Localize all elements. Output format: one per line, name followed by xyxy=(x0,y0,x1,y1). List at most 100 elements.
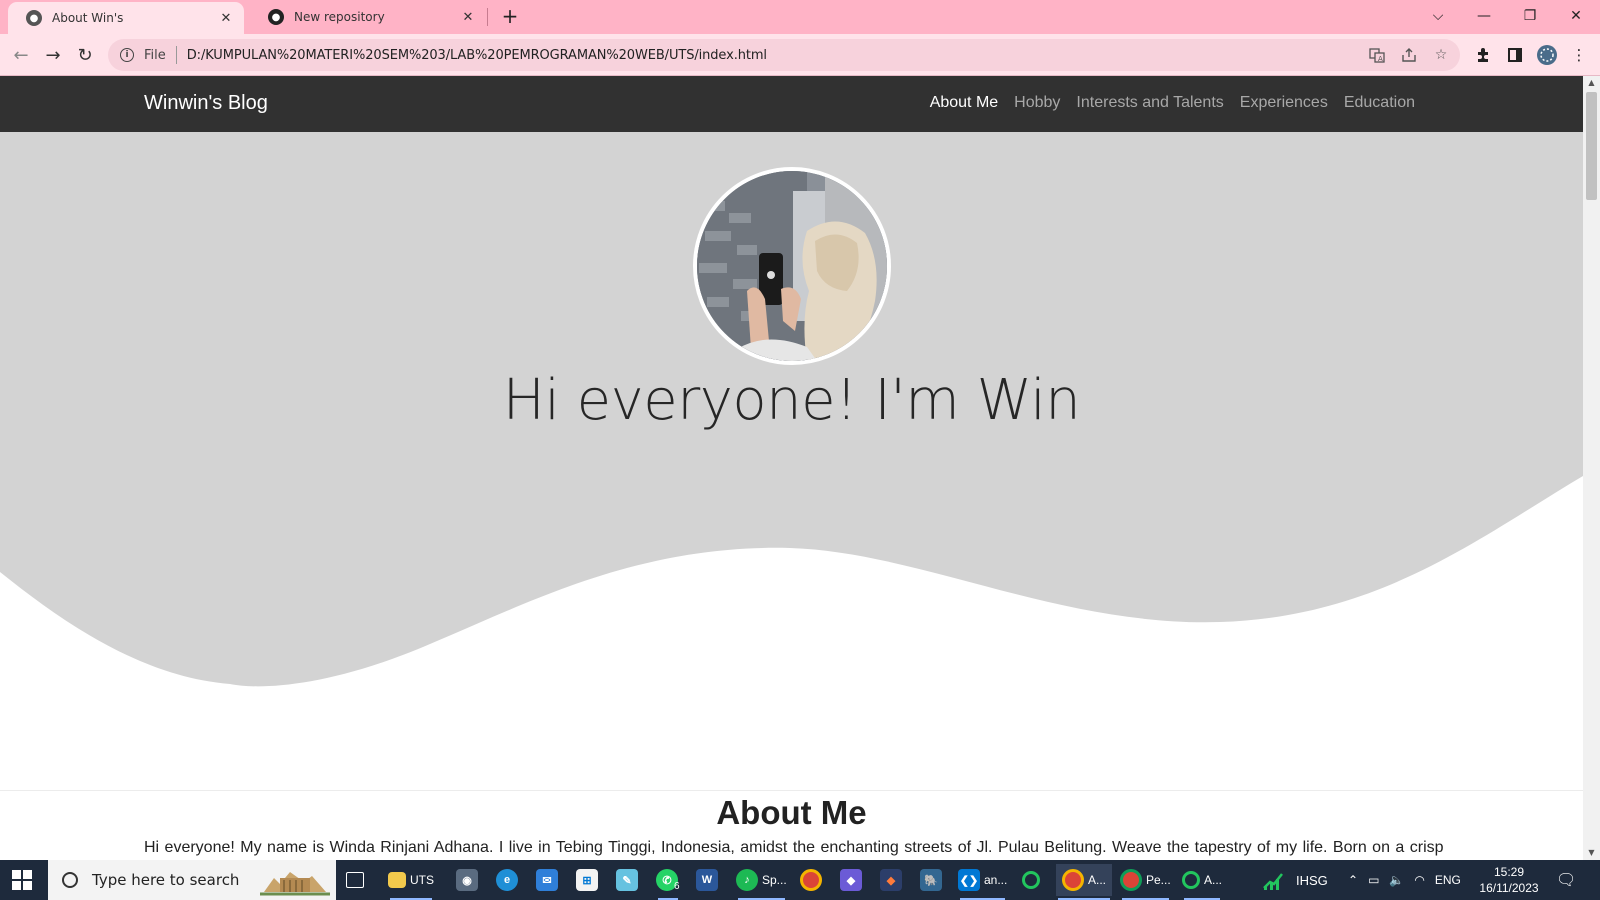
windows-taskbar: Type here to search UTS ◉ e ✉ ⊞ ✎ ✆ 6 W … xyxy=(0,860,1600,900)
git-icon: ◆ xyxy=(880,869,902,891)
spotify-icon: ♪ xyxy=(736,869,758,891)
taskbar-postgres[interactable]: 🐘 xyxy=(920,864,942,896)
tab-about-wins[interactable]: ● About Win's ✕ xyxy=(8,2,244,34)
taskbar-word[interactable]: W xyxy=(696,864,718,896)
battery-icon[interactable]: ▭ xyxy=(1368,873,1379,887)
url-text[interactable]: D:/KUMPULAN%20MATERI%20SEM%203/LAB%20PEM… xyxy=(187,48,1364,63)
app-icon: ◆ xyxy=(840,869,862,891)
taskbar-app-label: A... xyxy=(1088,873,1107,887)
taskbar-notes[interactable]: ✎ xyxy=(616,864,638,896)
minimize-button[interactable]: — xyxy=(1464,2,1504,30)
taskbar-chrome[interactable] xyxy=(800,864,822,896)
volume-icon[interactable]: 🔈 xyxy=(1389,873,1404,887)
scroll-down-arrow[interactable]: ▼ xyxy=(1583,846,1600,860)
translate-icon[interactable]: A xyxy=(1364,42,1390,68)
extensions-icon[interactable] xyxy=(1470,42,1496,68)
clock-date: 16/11/2023 xyxy=(1479,881,1539,895)
close-tab-icon[interactable]: ✕ xyxy=(218,10,234,26)
taskbar-app-label: UTS xyxy=(410,873,434,887)
taskbar-whatsapp[interactable]: ✆ 6 xyxy=(656,864,680,900)
taskbar-mail[interactable]: ✉ xyxy=(536,864,558,896)
nav-links: About Me Hobby Interests and Talents Exp… xyxy=(930,94,1415,112)
close-tab-icon[interactable]: ✕ xyxy=(460,9,476,25)
back-button[interactable]: ← xyxy=(8,42,34,68)
stock-label: IHSG xyxy=(1296,872,1328,888)
forward-button[interactable]: → xyxy=(40,42,66,68)
taskbar-app-label: Pe... xyxy=(1146,873,1171,887)
store-icon: ⊞ xyxy=(576,869,598,891)
svg-text:A: A xyxy=(1378,55,1383,63)
page-scrollbar[interactable]: ▲ ▼ xyxy=(1583,76,1600,860)
address-divider xyxy=(175,46,177,64)
star-icon[interactable]: ☆ xyxy=(1428,42,1454,68)
about-me-paragraph: Hi everyone! My name is Winda Rinjani Ad… xyxy=(144,839,1444,856)
chrome-icon xyxy=(1062,869,1084,891)
address-bar[interactable]: i File D:/KUMPULAN%20MATERI%20SEM%203/LA… xyxy=(108,39,1460,71)
reload-button[interactable]: ↻ xyxy=(72,42,98,68)
loader-icon xyxy=(1022,871,1040,889)
postgres-icon: 🐘 xyxy=(920,869,942,891)
taskbar-search-box[interactable]: Type here to search xyxy=(48,860,336,900)
taskbar-chrome-2[interactable]: Pe... xyxy=(1120,864,1171,900)
camera-icon: ◉ xyxy=(456,869,478,891)
nav-experiences[interactable]: Experiences xyxy=(1240,94,1328,112)
tab-new-repository[interactable]: ● New repository ✕ xyxy=(250,0,486,34)
menu-icon[interactable]: ⋮ xyxy=(1566,42,1592,68)
taskbar-spotify[interactable]: ♪ Sp... xyxy=(736,864,787,900)
language-indicator[interactable]: ENG xyxy=(1435,873,1461,887)
site-navbar: Winwin's Blog About Me Hobby Interests a… xyxy=(0,76,1583,132)
notification-icon[interactable]: 🗨 xyxy=(1556,860,1576,900)
scroll-up-arrow[interactable]: ▲ xyxy=(1583,76,1600,90)
taskbar-chrome-active[interactable]: A... xyxy=(1056,864,1113,900)
restore-button[interactable]: ❐ xyxy=(1510,2,1550,30)
nav-about-me[interactable]: About Me xyxy=(930,94,998,112)
vscode-icon: ❮❯ xyxy=(958,869,980,891)
wifi-icon[interactable]: ◠ xyxy=(1414,873,1424,887)
info-icon[interactable]: i xyxy=(120,48,134,62)
loader-icon xyxy=(1182,871,1200,889)
taskbar-loader[interactable] xyxy=(1022,864,1040,896)
tab-title: About Win's xyxy=(52,11,124,25)
search-placeholder: Type here to search xyxy=(92,871,240,889)
share-icon[interactable] xyxy=(1396,42,1422,68)
hero-section: Hi everyone! I'm Win xyxy=(0,132,1583,692)
browser-toolbar: ← → ↻ i File D:/KUMPULAN%20MATERI%20SEM%… xyxy=(0,34,1600,76)
nav-interests-talents[interactable]: Interests and Talents xyxy=(1076,94,1223,112)
taskbar-clock[interactable]: 15:29 16/11/2023 xyxy=(1478,864,1540,896)
task-view-icon[interactable] xyxy=(346,864,364,896)
taskbar-app[interactable]: ◆ xyxy=(840,864,862,896)
brand-link[interactable]: Winwin's Blog xyxy=(144,92,268,115)
profile-icon[interactable] xyxy=(1534,42,1560,68)
about-me-heading: About Me xyxy=(716,794,867,831)
system-tray: ⌃ ▭ 🔈 ◠ ENG xyxy=(1348,860,1461,900)
edge-icon: e xyxy=(496,869,518,891)
taskbar-store[interactable]: ⊞ xyxy=(576,864,598,896)
chrome-icon xyxy=(1120,869,1142,891)
nav-education[interactable]: Education xyxy=(1344,94,1415,112)
scroll-thumb[interactable] xyxy=(1586,92,1597,200)
notes-icon: ✎ xyxy=(616,869,638,891)
notification-badge: 6 xyxy=(674,880,680,892)
taskbar-file-explorer[interactable]: UTS xyxy=(388,864,434,900)
tab-search-button[interactable]: ⌵ xyxy=(1418,2,1458,30)
stock-widget[interactable]: IHSG xyxy=(1262,860,1328,900)
taskbar-git[interactable]: ◆ xyxy=(880,864,902,896)
taskbar-loader-2[interactable]: A... xyxy=(1182,864,1222,900)
sidepanel-icon[interactable] xyxy=(1502,42,1528,68)
clock-time: 15:29 xyxy=(1493,865,1525,879)
word-icon: W xyxy=(696,869,718,891)
taskbar-camera[interactable]: ◉ xyxy=(456,864,478,896)
windows-start-icon[interactable] xyxy=(12,870,32,890)
nav-hobby[interactable]: Hobby xyxy=(1014,94,1060,112)
taskbar-app-label: an... xyxy=(984,873,1008,887)
stock-chart-icon xyxy=(1263,873,1283,890)
folder-icon xyxy=(388,872,406,888)
close-window-button[interactable]: ✕ xyxy=(1556,2,1596,30)
taskbar-edge[interactable]: e xyxy=(496,864,518,896)
search-highlight-image xyxy=(260,866,330,896)
tab-title: New repository xyxy=(294,10,385,24)
new-tab-button[interactable]: + xyxy=(498,4,522,28)
chevron-up-icon[interactable]: ⌃ xyxy=(1348,873,1358,887)
hero-title: Hi everyone! I'm Win xyxy=(502,368,1081,433)
taskbar-vscode[interactable]: ❮❯ an... xyxy=(958,864,1008,900)
